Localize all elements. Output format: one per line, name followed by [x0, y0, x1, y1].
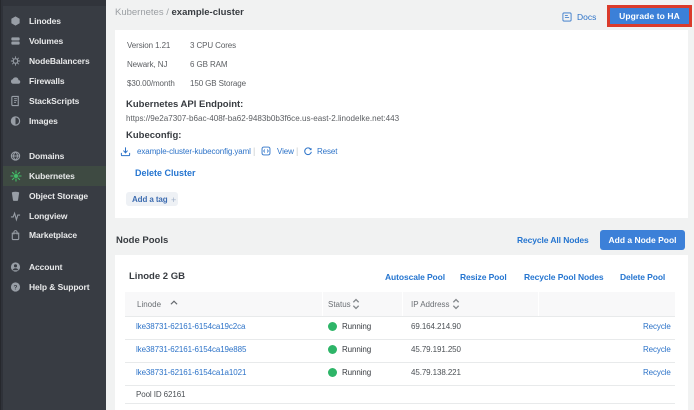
svg-text:?: ? — [14, 284, 18, 291]
